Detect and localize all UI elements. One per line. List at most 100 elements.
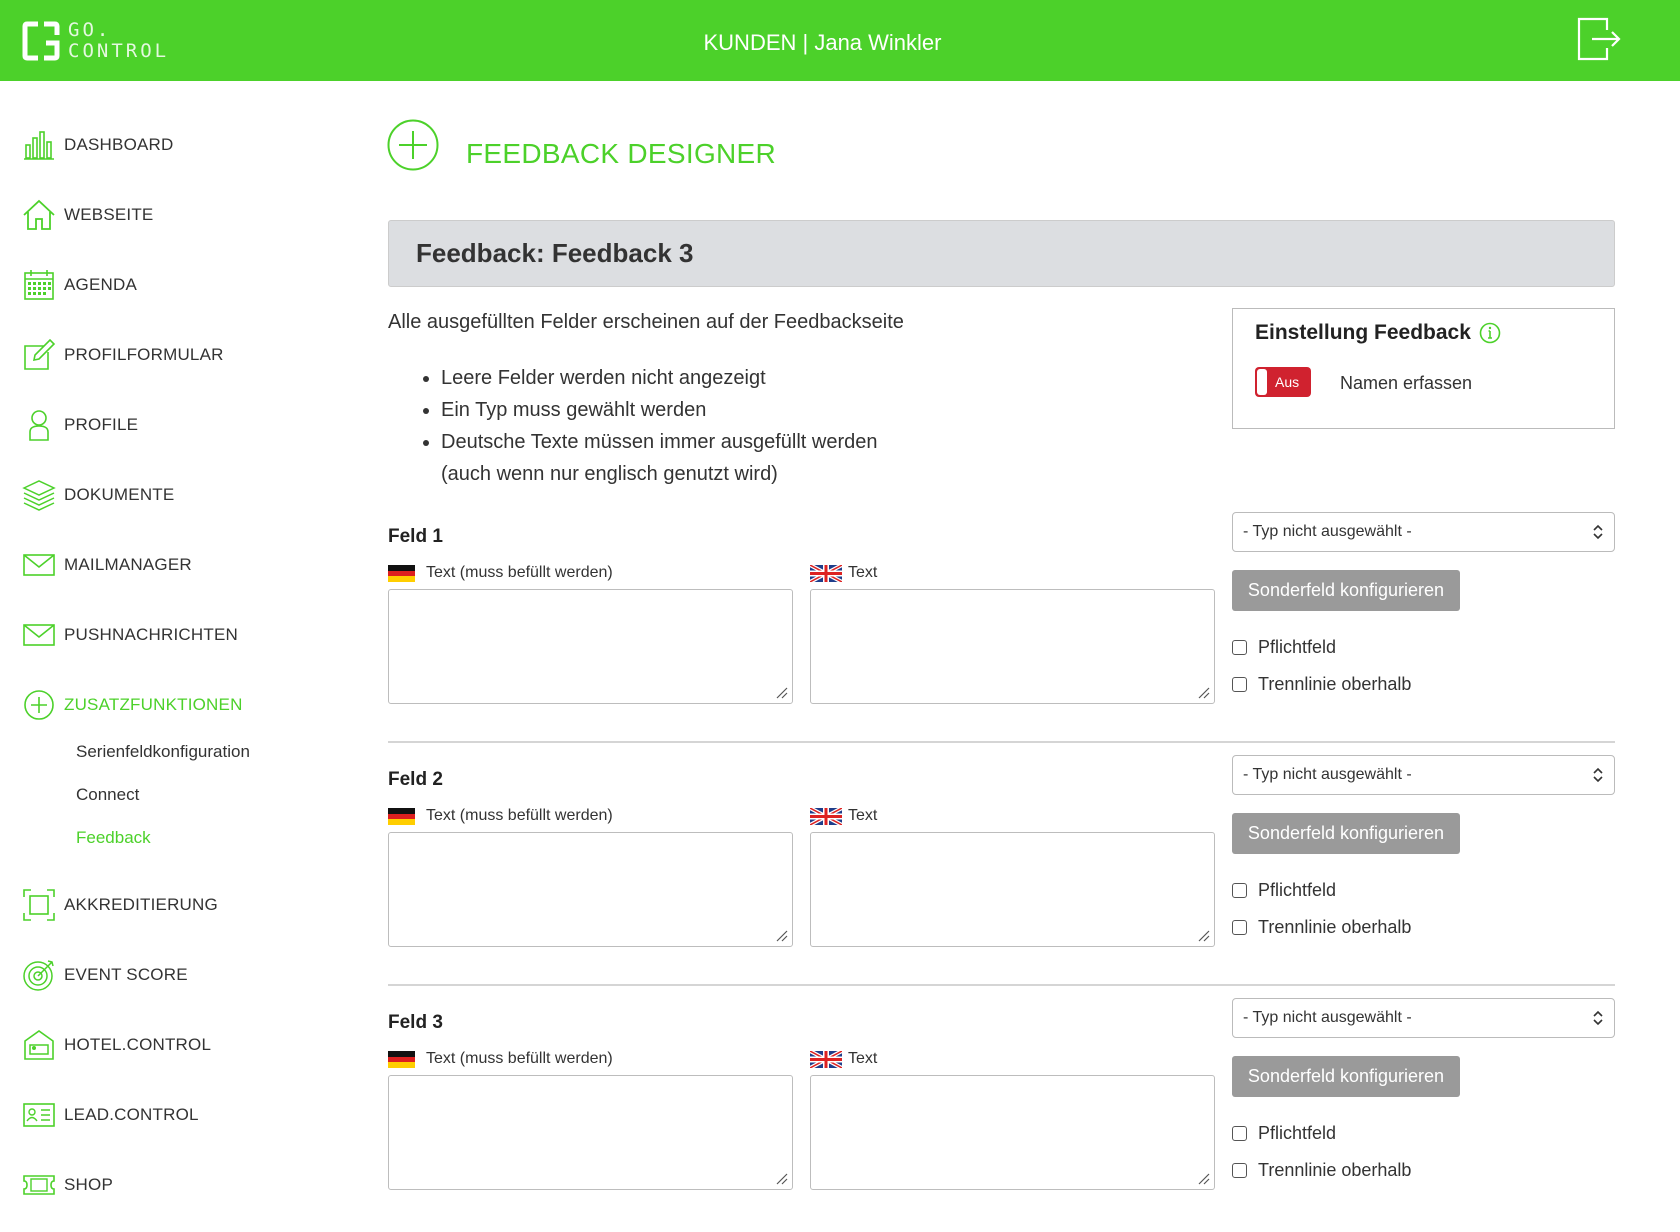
uk-flag-icon [810,1050,842,1068]
german-textarea[interactable] [388,1075,793,1190]
page-title: FEEDBACK DESIGNER [466,138,777,169]
frame-icon [23,889,55,921]
pflichtfeld-checkbox[interactable] [1232,883,1247,898]
mail-icon [23,554,55,576]
layers-icon [22,480,56,511]
field-divider [388,741,1615,743]
namen-erfassen-label: Namen erfassen [1340,373,1473,393]
german-text-label: Text (muss befüllt werden) [388,807,613,825]
english-textarea[interactable] [810,589,1215,704]
pflichtfeld-checkbox-row[interactable]: Pflichtfeld [1232,637,1336,658]
sidebar-item-label: PROFILE [64,415,139,434]
trennlinie-checkbox-row[interactable]: Trennlinie oberhalb [1232,1160,1411,1181]
toggle-knob [1257,369,1267,395]
sidebar-item-label: PROFILFORMULAR [64,345,224,364]
bar-chart-icon [24,131,54,160]
sidebar-item-shop[interactable]: SHOP [22,1165,113,1205]
resize-grip-icon[interactable] [1198,930,1210,942]
german-flag-icon [388,564,415,582]
feedback-field-1: Feld 1 Text (muss befüllt werden) Text -… [388,512,1615,746]
german-textarea[interactable] [388,589,793,704]
trennlinie-checkbox[interactable] [1232,677,1247,692]
home-icon [23,199,55,230]
sidebar: DASHBOARD WEBSEITE AGENDA PROFILFORMULAR [0,81,360,1221]
select-arrows-icon [1593,1010,1603,1026]
english-textarea[interactable] [810,1075,1215,1190]
resize-grip-icon[interactable] [1198,687,1210,699]
pflichtfeld-checkbox[interactable] [1232,640,1247,655]
pflichtfeld-checkbox-row[interactable]: Pflichtfeld [1232,880,1336,901]
pflichtfeld-checkbox[interactable] [1232,1126,1247,1141]
sidebar-item-label: AKKREDITIERUNG [64,895,218,914]
german-flag-icon [388,807,415,825]
sidebar-item-label: WEBSEITE [64,205,154,224]
panel-title: Feedback: Feedback 3 [388,220,1615,287]
select-arrows-icon [1593,524,1603,540]
ticket-icon [23,1175,55,1195]
sidebar-item-webseite[interactable]: WEBSEITE [22,195,153,235]
english-text-label: Text [810,807,877,825]
sidebar-item-hotel-control[interactable]: HOTEL.CONTROL [22,1025,211,1065]
german-text-label: Text (muss befüllt werden) [388,564,613,582]
sidebar-item-profilformular[interactable]: PROFILFORMULAR [22,335,224,375]
rules-list: Leere Felder werden nicht angezeigt Ein … [417,362,878,490]
info-icon[interactable] [1479,322,1501,344]
trennlinie-checkbox-row[interactable]: Trennlinie oberhalb [1232,917,1411,938]
sonderfeld-configure-button[interactable]: Sonderfeld konfigurieren [1232,813,1460,854]
trennlinie-checkbox-row[interactable]: Trennlinie oberhalb [1232,674,1411,695]
sidebar-item-dashboard[interactable]: DASHBOARD [22,125,174,165]
plus-circle-icon [387,119,439,171]
sidebar-subitem-serienfeldkonfiguration[interactable]: Serienfeldkonfiguration [76,742,250,762]
type-select[interactable]: - Typ nicht ausgewählt - [1232,998,1615,1038]
type-select[interactable]: - Typ nicht ausgewählt - [1232,755,1615,795]
trennlinie-checkbox[interactable] [1232,1163,1247,1178]
resize-grip-icon[interactable] [776,930,788,942]
sonderfeld-configure-button[interactable]: Sonderfeld konfigurieren [1232,1056,1460,1097]
sidebar-item-profile[interactable]: PROFILE [22,405,138,445]
feedback-field-2: Feld 2 Text (muss befüllt werden) Text -… [388,755,1615,989]
type-select[interactable]: - Typ nicht ausgewählt - [1232,512,1615,552]
sidebar-item-lead-control[interactable]: LEAD.CONTROL [22,1095,199,1135]
german-flag-icon [388,1050,415,1068]
sidebar-item-label: PUSHNACHRICHTEN [64,625,238,644]
sidebar-item-agenda[interactable]: AGENDA [22,265,137,305]
trennlinie-checkbox[interactable] [1232,920,1247,935]
sidebar-item-label: EVENT SCORE [64,965,188,984]
german-textarea[interactable] [388,832,793,947]
rule-item: Ein Typ muss gewählt werden [441,394,878,426]
sonderfeld-configure-button[interactable]: Sonderfeld konfigurieren [1232,570,1460,611]
sidebar-item-mailmanager[interactable]: MAILMANAGER [22,545,192,585]
sidebar-item-label: MAILMANAGER [64,555,192,574]
logout-button[interactable] [1575,16,1623,62]
namen-erfassen-toggle[interactable]: Aus [1255,367,1311,397]
field-title: Feld 3 [388,1012,443,1033]
sidebar-item-pushnachrichten[interactable]: PUSHNACHRICHTEN [22,615,238,655]
intro-text: Alle ausgefüllten Felder erscheinen auf … [388,311,904,333]
sidebar-subitem-feedback[interactable]: Feedback [76,828,151,848]
resize-grip-icon[interactable] [776,1173,788,1185]
settings-title: Einstellung Feedback [1255,321,1501,345]
rule-item: Deutsche Texte müssen immer ausgefüllt w… [441,426,878,458]
target-icon [23,960,54,991]
rule-continuation: (auch wenn nur englisch genutzt wird) [441,463,778,485]
sidebar-item-akkreditierung[interactable]: AKKREDITIERUNG [22,885,218,925]
select-arrows-icon [1593,767,1603,783]
sidebar-item-event-score[interactable]: EVENT SCORE [22,955,188,995]
sidebar-item-label: AGENDA [64,275,137,294]
rule-item: Leere Felder werden nicht angezeigt [441,362,878,394]
sidebar-subitem-connect[interactable]: Connect [76,785,139,805]
pflichtfeld-checkbox-row[interactable]: Pflichtfeld [1232,1123,1336,1144]
calendar-icon [24,270,54,300]
sidebar-item-label: SHOP [64,1175,113,1194]
feedback-field-3: Feld 3 Text (muss befüllt werden) Text -… [388,998,1615,1232]
field-title: Feld 2 [388,769,443,790]
mail-icon [23,624,55,646]
plus-circle-icon [24,690,54,720]
sidebar-item-zusatzfunktionen[interactable]: ZUSATZFUNKTIONEN [22,685,243,725]
sidebar-item-label: HOTEL.CONTROL [64,1035,212,1054]
english-textarea[interactable] [810,832,1215,947]
sidebar-item-dokumente[interactable]: DOKUMENTE [22,475,174,515]
resize-grip-icon[interactable] [1198,1173,1210,1185]
resize-grip-icon[interactable] [776,687,788,699]
field-divider [388,984,1615,986]
